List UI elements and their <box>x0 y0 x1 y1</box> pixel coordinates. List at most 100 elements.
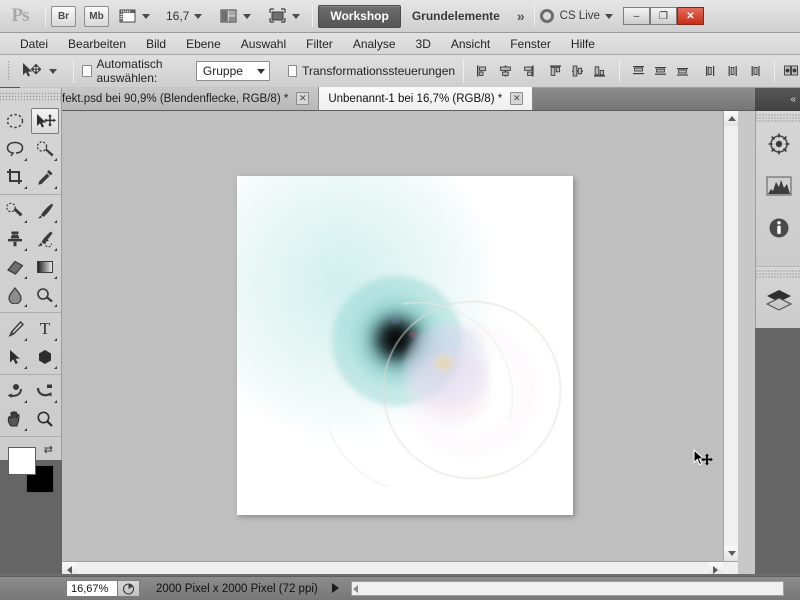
options-bar-grip[interactable] <box>7 60 12 82</box>
shape-tool-button[interactable] <box>31 344 59 370</box>
align-horizontal-centers-button[interactable] <box>494 60 516 82</box>
dock-collapse-button[interactable]: « <box>755 88 800 111</box>
view-extras-button[interactable] <box>117 4 156 28</box>
layers-panel-button[interactable] <box>756 279 800 321</box>
menu-bearbeiten[interactable]: Bearbeiten <box>58 33 136 55</box>
history-brush-tool-button[interactable] <box>31 226 59 252</box>
view-extras-chevron-down-icon[interactable] <box>142 13 150 19</box>
menu-datei[interactable]: Datei <box>10 33 58 55</box>
elliptical-marquee-tool-button[interactable] <box>1 108 29 134</box>
align-left-edges-button[interactable] <box>472 60 494 82</box>
menu-fenster[interactable]: Fenster <box>500 33 561 55</box>
document-canvas-area[interactable] <box>62 111 738 576</box>
canvas-vertical-scrollbar[interactable] <box>723 111 738 561</box>
document-proxy-button[interactable] <box>118 580 140 597</box>
align-bottom-edges-button[interactable] <box>589 60 611 82</box>
scroll-down-button[interactable] <box>724 546 738 561</box>
pen-tool-button[interactable] <box>1 316 29 342</box>
histogram-panel-button[interactable] <box>756 165 800 207</box>
swap-colors-icon[interactable]: ⇄ <box>44 443 53 456</box>
scroll-up-button[interactable] <box>724 111 738 126</box>
path-selection-tool-button[interactable] <box>1 344 29 370</box>
navigator-panel-button[interactable] <box>756 123 800 165</box>
cs-live-chevron-down-icon[interactable] <box>604 13 613 19</box>
screen-mode-chevron-down-icon[interactable] <box>292 13 301 19</box>
launch-mini-bridge-button[interactable]: Mb <box>84 5 109 27</box>
current-tool-button[interactable] <box>16 62 65 80</box>
zoom-level-field[interactable]: 16,67% <box>66 580 118 597</box>
spot-healing-brush-tool-button[interactable] <box>1 198 29 224</box>
more-workspaces-chevron-icon[interactable]: » <box>511 8 529 24</box>
distribute-vertical-centers-button[interactable] <box>650 60 672 82</box>
menu-auswahl[interactable]: Auswahl <box>231 33 296 55</box>
quick-selection-tool-button[interactable] <box>31 136 59 162</box>
tools-group-selection <box>0 105 61 195</box>
screen-mode-button[interactable] <box>267 4 306 28</box>
brush-tool-button[interactable] <box>31 198 59 224</box>
auto-select-checkbox[interactable] <box>82 65 92 77</box>
blur-tool-button[interactable] <box>1 282 29 308</box>
distribute-horizontal-centers-button[interactable] <box>722 60 744 82</box>
panel-dock-grip[interactable] <box>756 113 800 123</box>
cs-live-button[interactable]: CS Live <box>539 9 617 23</box>
history-brush-icon <box>38 231 53 248</box>
menu-ansicht[interactable]: Ansicht <box>441 33 500 55</box>
gradient-tool-button[interactable] <box>31 254 59 280</box>
lasso-tool-button[interactable] <box>1 136 29 162</box>
menu-ebene[interactable]: Ebene <box>176 33 231 55</box>
eyedropper-tool-button[interactable] <box>31 164 59 190</box>
auto-select-scope-dropdown[interactable]: Gruppe <box>195 61 270 81</box>
launch-bridge-button[interactable]: Br <box>51 5 76 27</box>
minimize-button[interactable]: – <box>622 7 650 25</box>
application-bar: Ps Br Mb 16,7 Workshop Grundelemente » C… <box>0 0 800 33</box>
3d-camera-rotate-tool-button[interactable] <box>31 378 59 404</box>
panel-dock-grip-2[interactable] <box>756 269 800 279</box>
move-tool-button[interactable] <box>31 108 59 134</box>
foreground-color-swatch[interactable] <box>8 447 36 475</box>
hand-tool-button[interactable] <box>1 406 29 432</box>
info-panel-button[interactable] <box>756 207 800 249</box>
zoom-chevron-down-icon[interactable] <box>194 13 203 19</box>
document-tab-unbenannt-1[interactable]: Unbenannt-1 bei 16,7% (RGB/8) * ✕ <box>319 87 534 110</box>
status-bar-menu-button[interactable] <box>331 582 339 596</box>
eraser-tool-button[interactable] <box>1 254 29 280</box>
flyout-corner-icon <box>54 400 57 403</box>
clone-stamp-tool-button[interactable] <box>1 226 29 252</box>
auto-align-layers-button[interactable] <box>783 60 800 82</box>
distribute-right-edges-button[interactable] <box>744 60 766 82</box>
tools-panel-grip[interactable] <box>0 91 61 102</box>
status-bar-scroll-track[interactable] <box>350 581 784 596</box>
tool-preset-chevron-down-icon[interactable] <box>49 68 58 74</box>
3d-object-rotate-tool-button[interactable] <box>1 378 29 404</box>
align-vertical-centers-button[interactable] <box>567 60 589 82</box>
dodge-tool-button[interactable] <box>31 282 59 308</box>
distribute-left-edges-button[interactable] <box>700 60 722 82</box>
menu-bild[interactable]: Bild <box>136 33 176 55</box>
align-top-edges-button[interactable] <box>545 60 567 82</box>
menu-hilfe[interactable]: Hilfe <box>561 33 605 55</box>
align-right-edges-button[interactable] <box>516 60 538 82</box>
workspace-tab-grundelemente[interactable]: Grundelemente <box>401 5 511 28</box>
distribute-bottom-edges-button[interactable] <box>672 60 694 82</box>
document-tab-glaseffekt[interactable]: Glaseffekt.psd bei 90,9% (Blendenflecke,… <box>20 87 320 110</box>
arrange-documents-button[interactable] <box>218 4 257 28</box>
artboard[interactable] <box>237 176 573 515</box>
polygon-shape-icon <box>39 350 51 364</box>
document-tab-close-icon[interactable]: ✕ <box>296 92 310 105</box>
restore-button[interactable]: ❐ <box>649 7 677 25</box>
menu-filter[interactable]: Filter <box>296 33 343 55</box>
document-tab-close-icon[interactable]: ✕ <box>510 92 524 105</box>
histogram-panel-icon <box>766 176 791 196</box>
menu-analyse[interactable]: Analyse <box>343 33 406 55</box>
screen-mode-icon <box>269 8 286 23</box>
horizontal-type-tool-button[interactable]: T <box>31 316 59 342</box>
zoom-tool-button[interactable] <box>31 406 59 432</box>
distribute-top-edges-button[interactable] <box>628 60 650 82</box>
transform-controls-checkbox[interactable] <box>287 65 298 77</box>
menu-3d[interactable]: 3D <box>406 33 441 55</box>
workspace-tab-workshop[interactable]: Workshop <box>318 4 401 28</box>
close-button[interactable]: ✕ <box>676 7 704 25</box>
arrange-chevron-down-icon[interactable] <box>243 13 252 19</box>
crop-tool-button[interactable] <box>1 164 29 190</box>
options-divider-4 <box>774 59 776 83</box>
